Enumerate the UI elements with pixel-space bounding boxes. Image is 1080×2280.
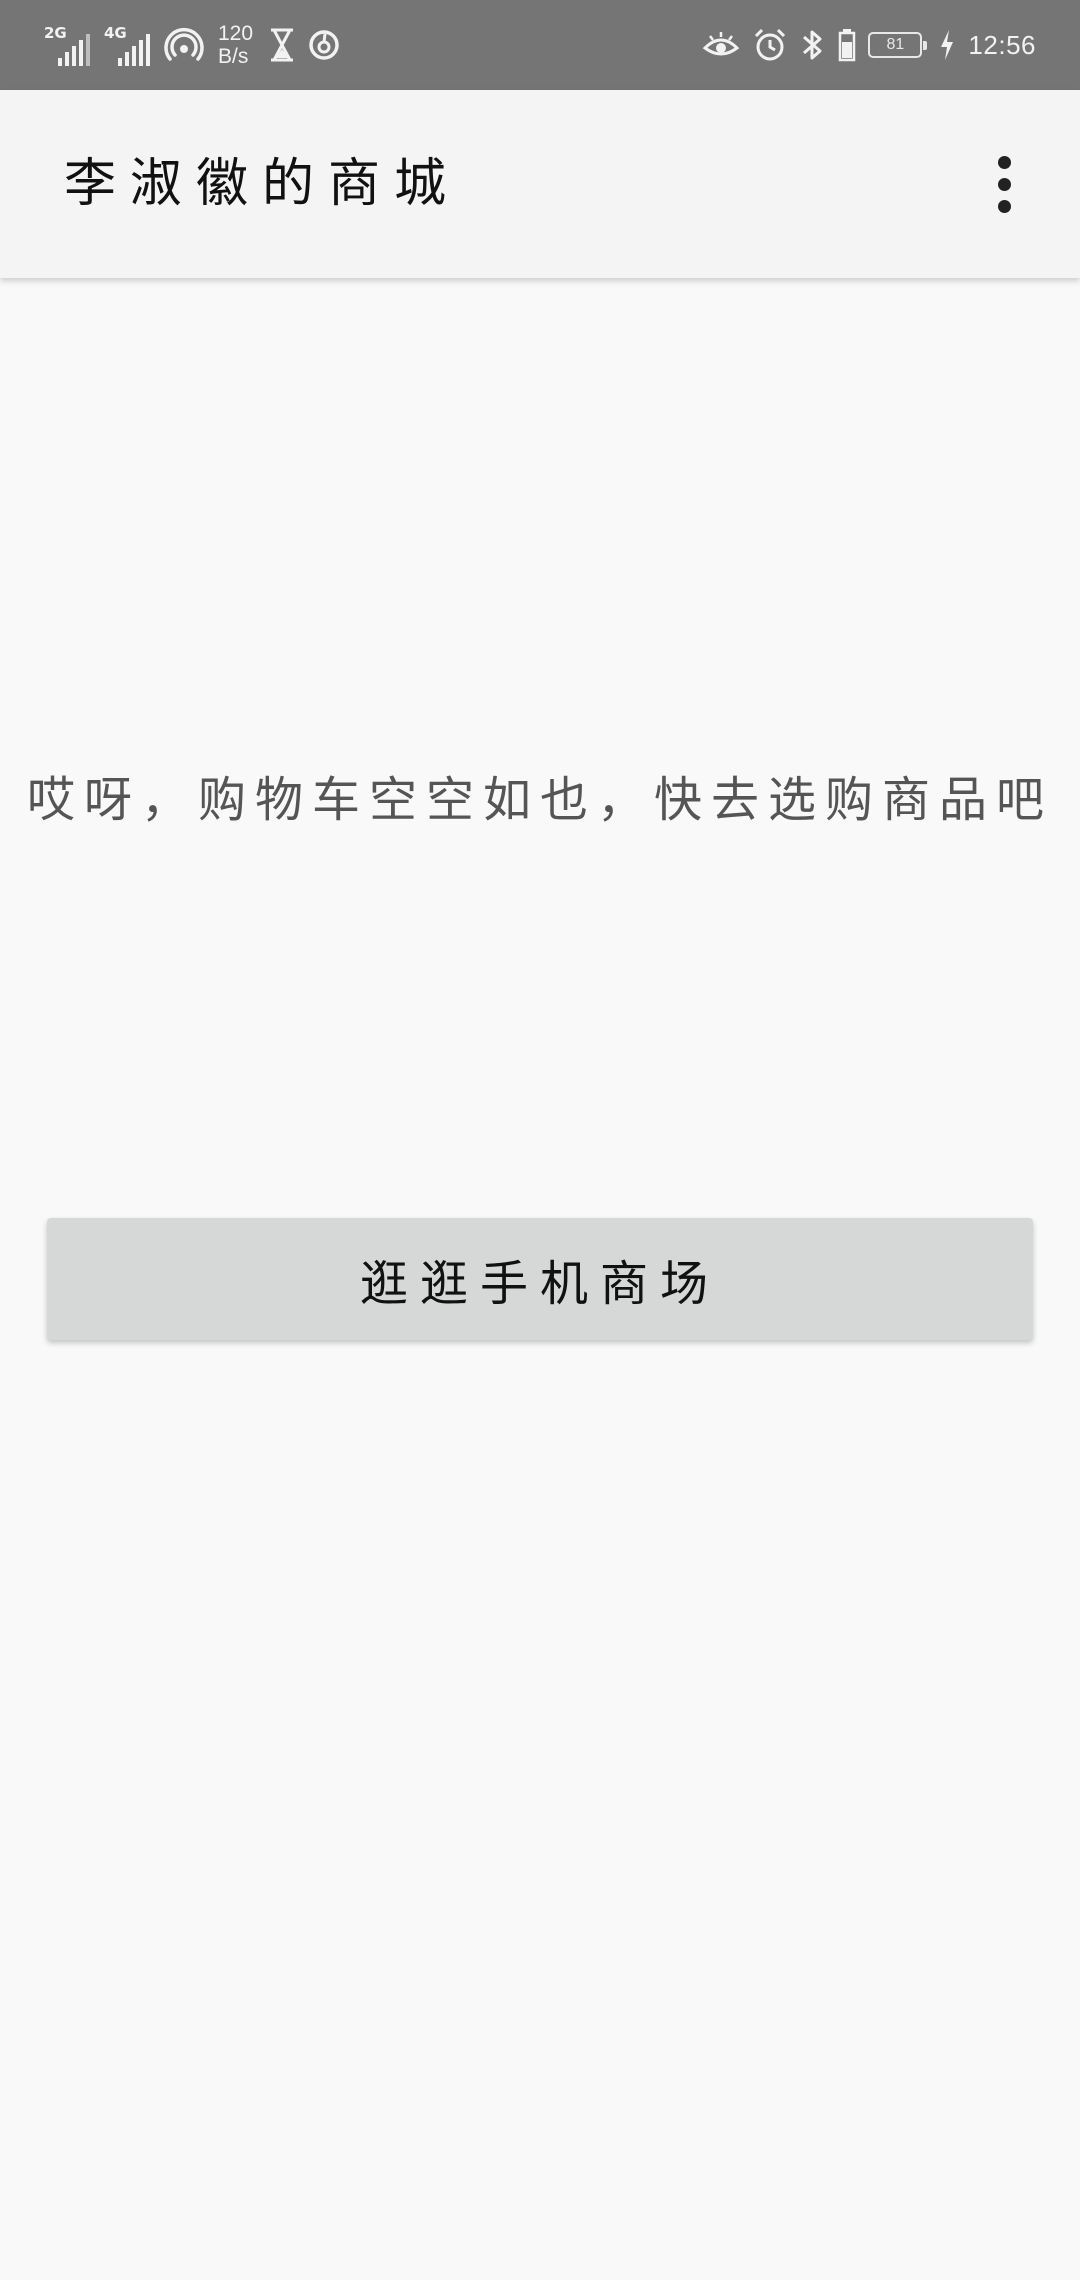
network-speed: 120 B/s (218, 22, 253, 68)
network-speed-unit: B/s (218, 45, 249, 68)
netease-music-icon (309, 30, 339, 60)
page-title: 李淑徽的商城 (64, 154, 461, 214)
status-bar: 2G 4G 120 B/s 81 12:56 (0, 0, 1080, 90)
empty-cart-message: 哎呀，购物车空空如也，快去选购商品吧 (26, 772, 1053, 828)
signal-icon (58, 34, 90, 66)
more-vert-icon (997, 155, 1011, 169)
more-options-button[interactable] (964, 144, 1044, 224)
more-vert-icon-dot (997, 177, 1011, 191)
battery-small-icon (839, 29, 856, 62)
hotspot-icon (164, 28, 204, 61)
more-vert-icon-dot (997, 199, 1011, 213)
app-bar: 李淑徽的商城 (0, 90, 1080, 278)
hourglass-icon (271, 28, 294, 62)
bluetooth-icon (803, 30, 822, 60)
status-bar-right: 81 12:56 (702, 0, 1036, 90)
screen: 2G 4G 120 B/s 81 12:56 李淑徽的商城 哎呀，购物车空空如也… (0, 0, 1080, 2280)
battery-icon: 81 (868, 32, 928, 58)
network-speed-value: 120 (218, 22, 254, 45)
clock: 12:56 (968, 29, 1036, 60)
browse-mall-button[interactable]: 逛逛手机商场 (47, 1218, 1033, 1340)
alarm-icon (755, 28, 786, 61)
charging-icon (941, 30, 954, 60)
sim2-signal: 4G (104, 20, 154, 70)
signal-icon (118, 34, 150, 66)
status-bar-left: 2G 4G 120 B/s (44, 0, 341, 90)
sim1-signal: 2G (44, 20, 94, 70)
eye-comfort-icon (703, 32, 740, 56)
